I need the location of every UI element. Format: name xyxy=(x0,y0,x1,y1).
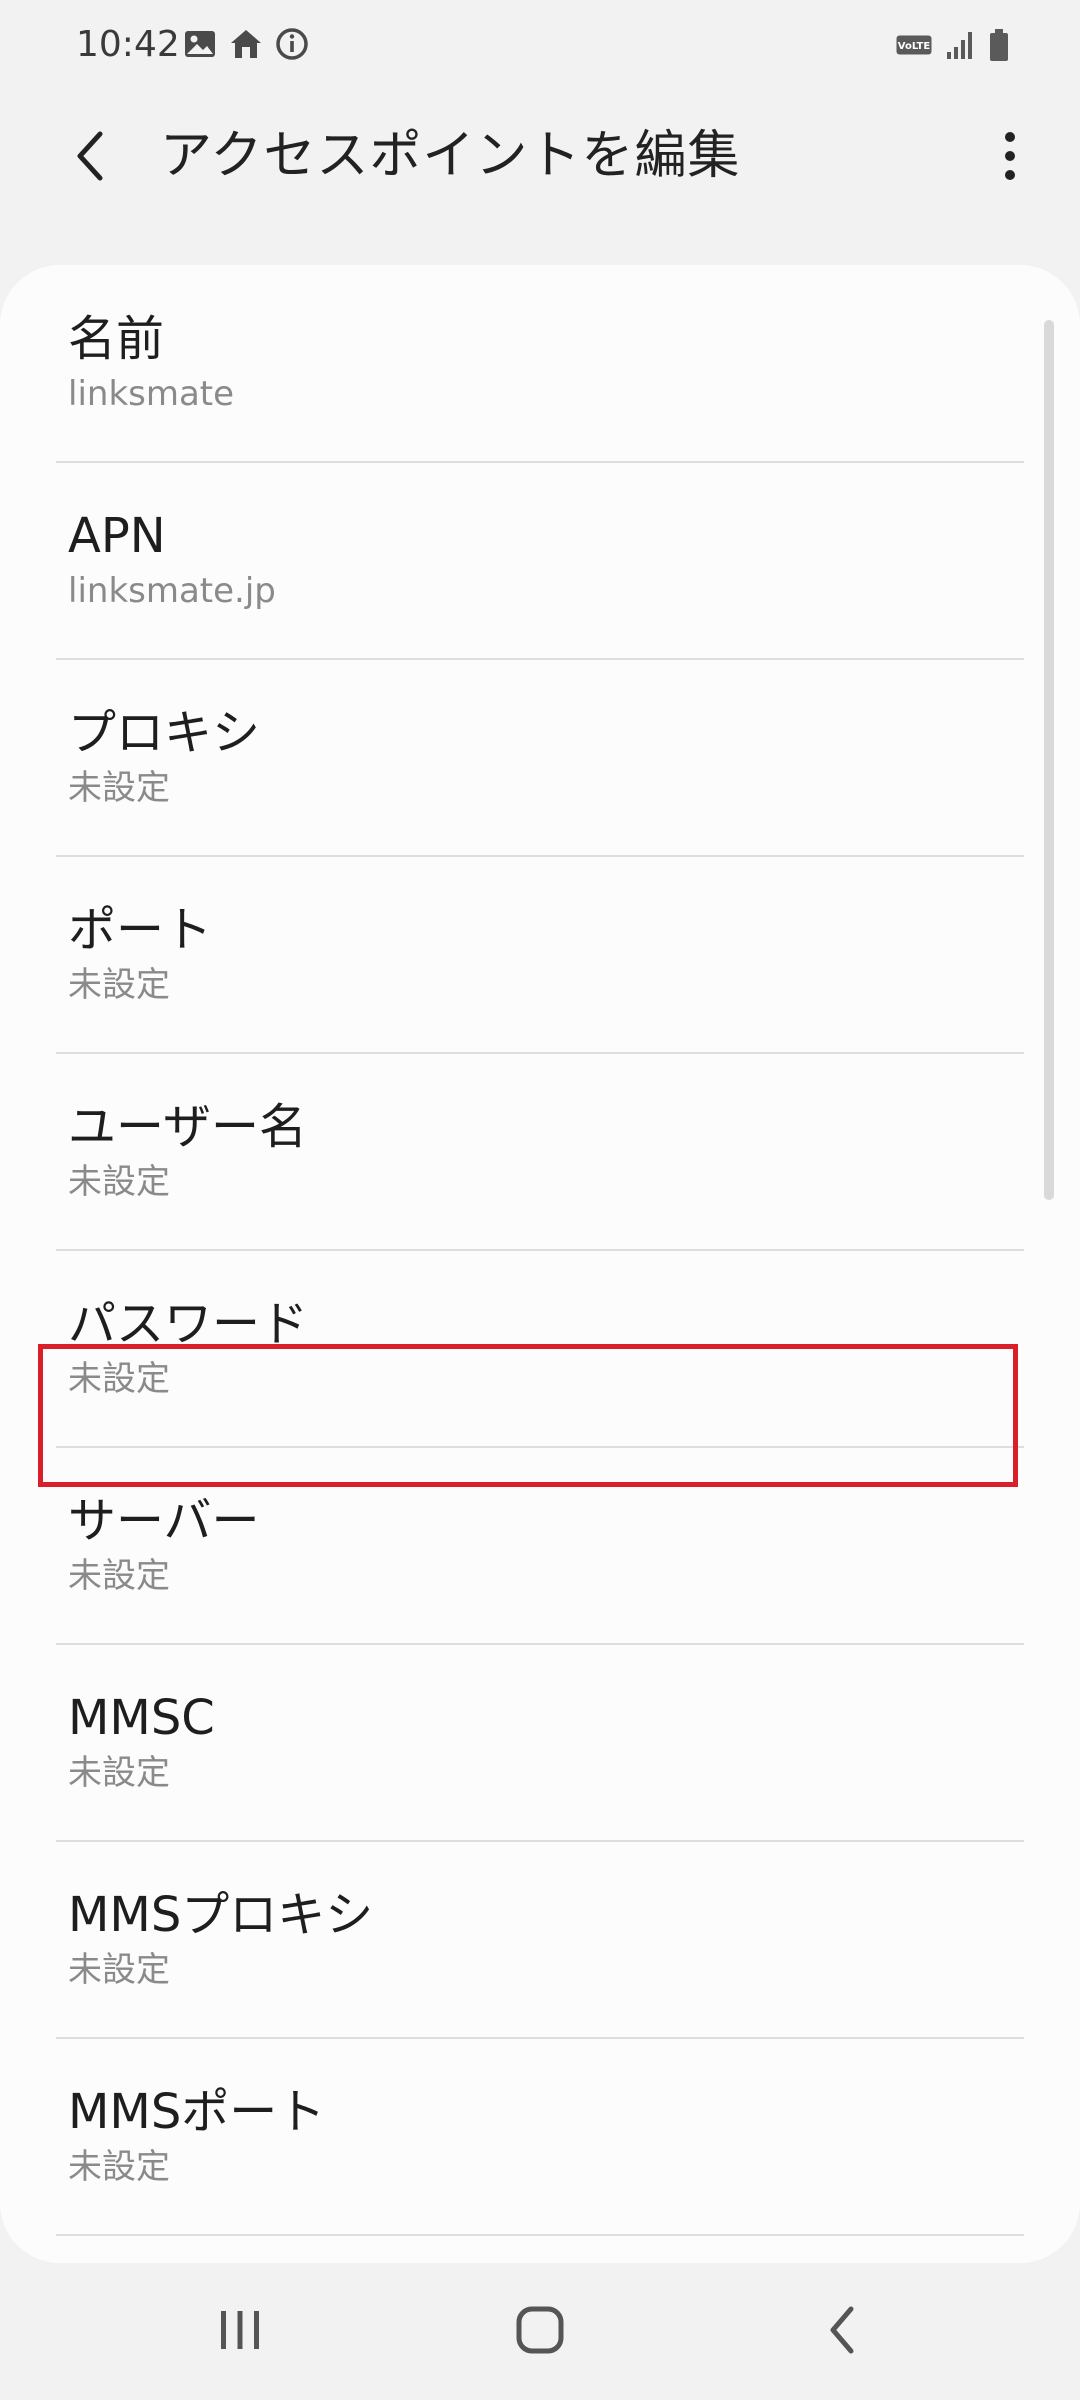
back-button[interactable] xyxy=(52,118,128,194)
home-button[interactable] xyxy=(490,2285,590,2375)
system-icons: VoLTE xyxy=(896,28,1010,66)
screen: 10:42 VoLTE アクセスポイントを編集 名前 linksmate APN… xyxy=(0,0,1080,2400)
setting-value: 未設定 xyxy=(68,768,170,808)
setting-item-mms-proxy[interactable]: MMSプロキシ 未設定 xyxy=(0,1841,1080,2037)
recents-icon xyxy=(221,2311,259,2349)
setting-value: 未設定 xyxy=(68,1162,170,1202)
setting-item-proxy[interactable]: プロキシ 未設定 xyxy=(0,659,1080,855)
setting-title: APN xyxy=(68,508,166,564)
signal-icon xyxy=(946,30,974,64)
setting-value: 未設定 xyxy=(68,1556,170,1596)
setting-title: プロキシ xyxy=(68,705,261,761)
setting-value: 未設定 xyxy=(68,2147,170,2187)
back-arrow-icon xyxy=(77,131,103,181)
notification-icons xyxy=(182,26,310,66)
setting-title: ポート xyxy=(68,902,213,958)
setting-value: linksmate.jp xyxy=(68,571,276,611)
setting-value: linksmate xyxy=(68,374,235,414)
page-title: アクセスポイントを編集 xyxy=(160,126,741,186)
setting-item-port[interactable]: ポート 未設定 xyxy=(0,856,1080,1052)
highlight-box xyxy=(38,1344,1018,1487)
home-button-icon xyxy=(516,2306,564,2354)
info-icon xyxy=(274,26,310,66)
status-bar: 10:42 VoLTE xyxy=(0,0,1080,90)
app-bar: アクセスポイントを編集 xyxy=(0,100,1080,210)
recents-button[interactable] xyxy=(190,2285,290,2375)
back-icon xyxy=(830,2306,854,2354)
setting-title: ユーザー名 xyxy=(68,1099,308,1155)
battery-icon xyxy=(988,28,1010,66)
setting-item-name[interactable]: 名前 linksmate xyxy=(0,265,1080,461)
setting-item-mms-port[interactable]: MMSポート 未設定 xyxy=(0,2038,1080,2234)
setting-title: 名前 xyxy=(68,311,165,367)
status-time: 10:42 xyxy=(76,24,180,65)
setting-item-mmsc[interactable]: MMSC 未設定 xyxy=(0,1644,1080,1840)
svg-text:VoLTE: VoLTE xyxy=(898,41,931,52)
setting-item-apn[interactable]: APN linksmate.jp xyxy=(0,462,1080,658)
image-icon xyxy=(182,26,218,66)
volte-icon: VoLTE xyxy=(896,35,932,59)
settings-list: 名前 linksmate APN linksmate.jp プロキシ 未設定 ポ… xyxy=(0,265,1080,2263)
nav-back-button[interactable] xyxy=(792,2285,892,2375)
more-options-button[interactable] xyxy=(980,118,1040,194)
setting-value: 未設定 xyxy=(68,1950,170,1990)
setting-title: MMSC xyxy=(68,1690,215,1746)
setting-title: MMSポート xyxy=(68,2084,326,2140)
home-icon xyxy=(228,26,264,66)
setting-value: 未設定 xyxy=(68,1753,170,1793)
setting-value: 未設定 xyxy=(68,965,170,1005)
more-vert-icon xyxy=(1005,132,1015,180)
navigation-bar xyxy=(0,2263,1080,2400)
setting-title: MMSプロキシ xyxy=(68,1887,374,1943)
divider xyxy=(56,2234,1024,2236)
setting-item-username[interactable]: ユーザー名 未設定 xyxy=(0,1053,1080,1249)
setting-title: サーバー xyxy=(68,1493,260,1549)
